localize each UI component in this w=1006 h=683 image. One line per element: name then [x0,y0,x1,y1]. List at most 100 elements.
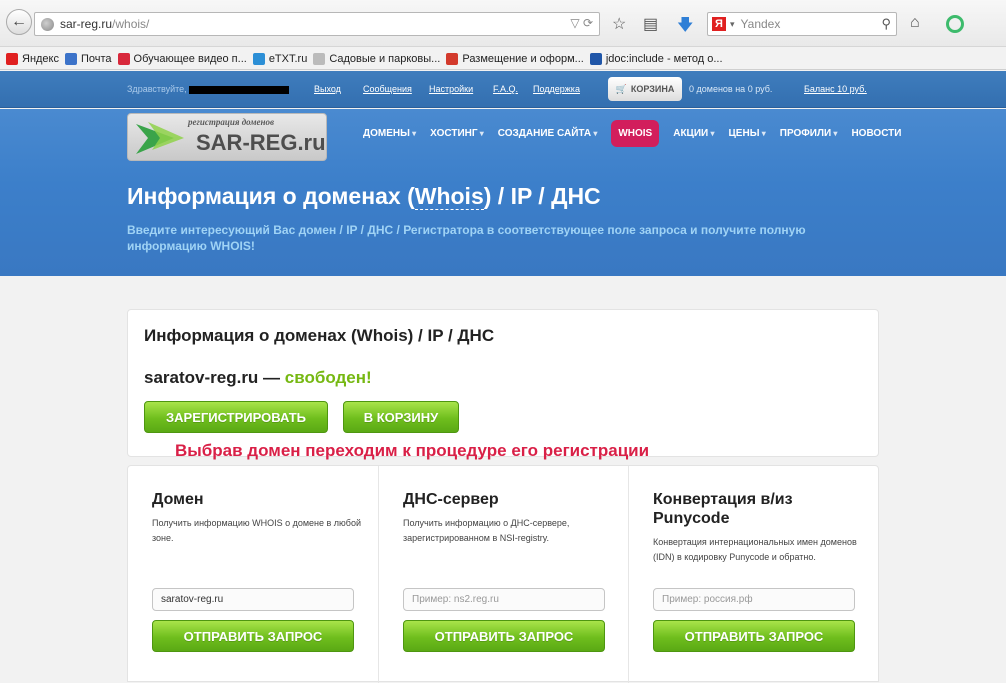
home-icon[interactable]: ⌂ [910,14,920,32]
bookmark-favicon-icon [589,52,602,65]
bookmark-item[interactable]: Яндекс [6,52,59,65]
page-subtitle: Введите интересующий Вас домен / IP / ДН… [127,223,806,253]
nav-item-label: СОЗДАНИЕ САЙТА [497,127,592,139]
chevron-down-icon: ▾ [409,128,417,138]
register-button[interactable]: ЗАРЕГИСТРИРОВАТЬ [144,401,328,433]
nav-item-label: ХОСТИНГ [430,127,478,139]
bookmark-label: jdoc:include - метод о... [605,52,723,65]
bookmark-item[interactable]: Садовые и парковы... [313,52,441,65]
site-logo[interactable]: регистрация доменов SAR-REG.ru [127,113,327,161]
nav-item-создание сайта[interactable]: СОЗДАНИЕ САЙТА ▾ [498,128,598,139]
cart-button[interactable]: 🛒 КОРЗИНА [608,77,682,101]
reload-icon[interactable]: ▽ ⟳ [570,16,593,30]
nav-item-label: АКЦИИ [673,127,709,139]
tool-column: ДНС-сервер Получить информацию о ДНС-серв… [378,466,628,683]
bookmark-label: eTXT.ru [268,52,308,65]
url-host: sar-reg.ru [60,17,113,31]
nav-item-домены[interactable]: ДОМЕНЫ ▾ [363,128,416,139]
nav-item-профили[interactable]: ПРОФИЛИ ▾ [780,128,838,139]
submit-query-button[interactable]: ОТПРАВИТЬ ЗАПРОС [152,620,354,652]
tool-description: Получить информацию WHOIS о домене в люб… [152,518,361,543]
bookmark-label: Яндекс [22,52,59,65]
submit-query-button[interactable]: ОТПРАВИТЬ ЗАПРОС [653,620,855,652]
bookmark-item[interactable]: Почта [65,52,112,65]
nav-item-whois[interactable]: WHOIS [611,119,660,147]
whois-tools-card: Домен Получить информацию WHOIS о домене … [127,465,879,683]
faq-link[interactable]: F.A.Q. [493,84,518,94]
submit-query-button[interactable]: ОТПРАВИТЬ ЗАПРОС [403,620,605,652]
tool-column: Конвертация в/из Punycode Конвертация инт… [628,466,878,683]
bookmark-label: Обучающее видео п... [133,52,247,65]
tool-title: ДНС-сервер [403,491,499,508]
tool-title: Конвертация в/из Punycode [653,491,793,527]
cart-status: 0 доменов на 0 руб. [689,84,773,94]
search-placeholder: Yandex [740,17,781,31]
chevron-down-icon: ▾ [591,128,598,138]
chevron-down-icon: ▾ [759,128,766,138]
tool-query-input[interactable] [403,588,605,611]
bookmark-favicon-icon [446,52,459,65]
yandex-icon: Я [712,17,726,31]
bookmark-item[interactable]: eTXT.ru [252,52,308,65]
logout-link[interactable]: Выход [314,84,341,94]
whois-title-link[interactable]: Whois [414,183,484,210]
result-status: saratov-reg.ru — свободен! [144,368,372,388]
result-domain: saratov-reg.ru — [144,368,281,387]
bookmark-favicon-icon [6,52,18,65]
bookmark-favicon-icon [117,52,130,65]
nav-item-хостинг[interactable]: ХОСТИНГ ▾ [430,128,484,139]
cart-icon: 🛒 [615,83,627,94]
support-link[interactable]: Поддержка [533,84,580,94]
addon-icon[interactable] [946,15,964,33]
logo-brand: SAR-REG.ru [196,130,326,155]
search-engine-dropdown-icon[interactable]: ▾ [730,19,735,30]
tool-query-input[interactable] [152,588,354,611]
logo-tagline: регистрация доменов [188,117,275,127]
messages-link[interactable]: Сообщения [363,84,412,94]
bookmark-favicon-icon [313,52,326,65]
whois-result-card: Информация о доменах (Whois) / IP / ДНС … [127,309,879,457]
bookmark-item[interactable]: Размещение и оформ... [446,52,584,65]
reading-list-icon[interactable]: ▤ [643,14,658,34]
greeting-text: Здравствуйте, [127,84,289,94]
address-bar[interactable]: sar-reg.ru/whois/ ▽ ⟳ [34,12,600,36]
bookmark-item[interactable]: Обучающее видео п... [117,52,247,65]
nav-item-label: ДОМЕНЫ [363,127,410,139]
main-nav: ДОМЕНЫ ▾ ХОСТИНГ ▾ СОЗДАНИЕ САЙТА ▾ WHOIS АК… [356,119,908,147]
tool-query-input[interactable] [653,588,855,611]
search-icon[interactable]: ⚲ [881,16,891,32]
url-path: /whois/ [112,17,150,31]
bookmark-label: Садовые и парковы... [329,52,441,65]
site-user-bar: Здравствуйте, Выход Сообщения Настройки … [0,71,1006,108]
nav-item-label: ПРОФИЛИ [779,127,832,139]
availability-status: свободен! [284,368,372,387]
chevron-down-icon: ▾ [477,128,484,138]
nav-item-label: WHOIS [618,127,653,139]
nav-item-label: НОВОСТИ [851,127,902,139]
nav-item-новости[interactable]: НОВОСТИ [851,128,901,139]
logo-arrow-icon [136,122,184,154]
annotation-text: Выбрав домен переходим к процедуре его р… [175,441,650,460]
page-title: Информация о доменах (Whois) / IP / ДНС [127,183,601,210]
search-field[interactable]: Я ▾ Yandex ⚲ [707,12,897,36]
nav-item-label: ЦЕНЫ [728,127,760,139]
balance-link[interactable]: Баланс 10 руб. [804,84,867,94]
chevron-down-icon: ▾ [708,128,715,138]
bookmark-favicon-icon [252,52,265,65]
star-icon[interactable]: ☆ [612,14,626,34]
globe-icon [41,17,54,31]
add-to-cart-button[interactable]: В КОРЗИНУ [343,401,459,433]
bookmark-favicon-icon [65,52,77,65]
result-title: Информация о доменах (Whois) / IP / ДНС [144,326,495,345]
bookmark-item[interactable]: jdoc:include - метод о... [589,52,723,65]
site-header: регистрация доменов SAR-REG.ru ДОМЕНЫ ▾ Х… [0,109,1006,276]
chevron-down-icon: ▾ [831,128,838,138]
cart-label: КОРЗИНА [630,84,675,94]
bookmark-label: Размещение и оформ... [462,52,584,65]
nav-item-акции[interactable]: АКЦИИ ▾ [673,128,714,139]
settings-link[interactable]: Настройки [429,84,473,94]
back-arrow-icon[interactable]: ← [6,9,32,35]
nav-item-цены[interactable]: ЦЕНЫ ▾ [729,128,766,139]
download-icon[interactable]: 🡇 [677,14,693,41]
bookmark-label: Почта [81,52,112,65]
